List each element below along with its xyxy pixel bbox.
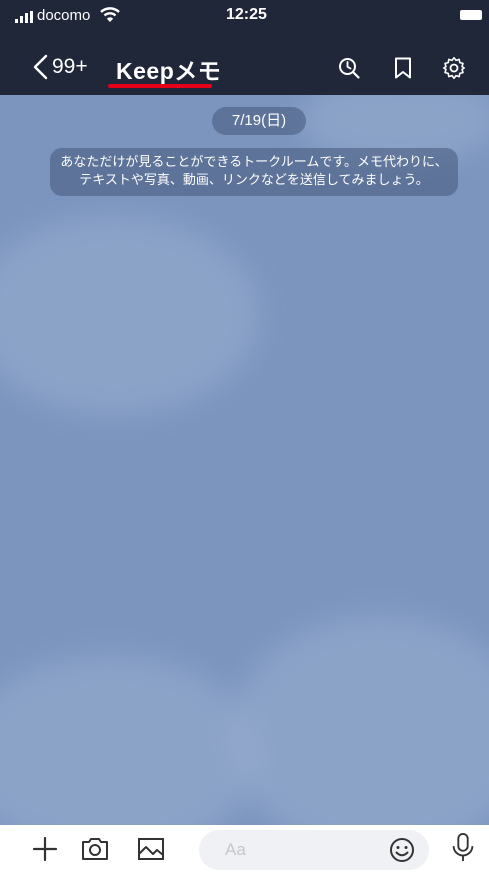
date-separator: 7/19(日) (212, 107, 306, 135)
background-cloud (0, 215, 260, 415)
chat-area[interactable]: 7/19(日) あなただけが見ることができるトークルームです。メモ代わりに、テキ… (0, 95, 489, 825)
input-bar: Aa (0, 825, 489, 872)
back-icon[interactable] (32, 54, 48, 80)
status-bar: docomo 12:25 (0, 0, 489, 32)
camera-icon[interactable] (80, 834, 110, 864)
signal-icon (15, 11, 33, 23)
emoji-icon[interactable] (389, 837, 415, 863)
search-icon[interactable] (337, 56, 361, 80)
message-input[interactable]: Aa (199, 830, 429, 870)
wifi-icon (100, 7, 120, 22)
plus-icon[interactable] (30, 834, 60, 864)
unread-count[interactable]: 99+ (52, 55, 88, 79)
header: docomo 12:25 99+ Keepメモ (0, 0, 489, 95)
title-underline (108, 84, 212, 88)
message-placeholder: Aa (225, 840, 246, 859)
bookmark-icon[interactable] (391, 56, 415, 80)
status-time: 12:25 (226, 6, 267, 23)
battery-icon (460, 10, 482, 20)
background-cloud (230, 615, 489, 825)
image-icon[interactable] (136, 834, 166, 864)
system-message: あなただけが見ることができるトークルームです。メモ代わりに、テキストや写真、動画… (50, 148, 458, 196)
gear-icon[interactable] (442, 56, 466, 80)
background-cloud (0, 655, 260, 825)
microphone-icon[interactable] (448, 832, 478, 862)
carrier-name: docomo (37, 7, 91, 24)
nav-bar: 99+ Keepメモ (0, 40, 489, 90)
chat-title: Keepメモ (116, 58, 222, 84)
